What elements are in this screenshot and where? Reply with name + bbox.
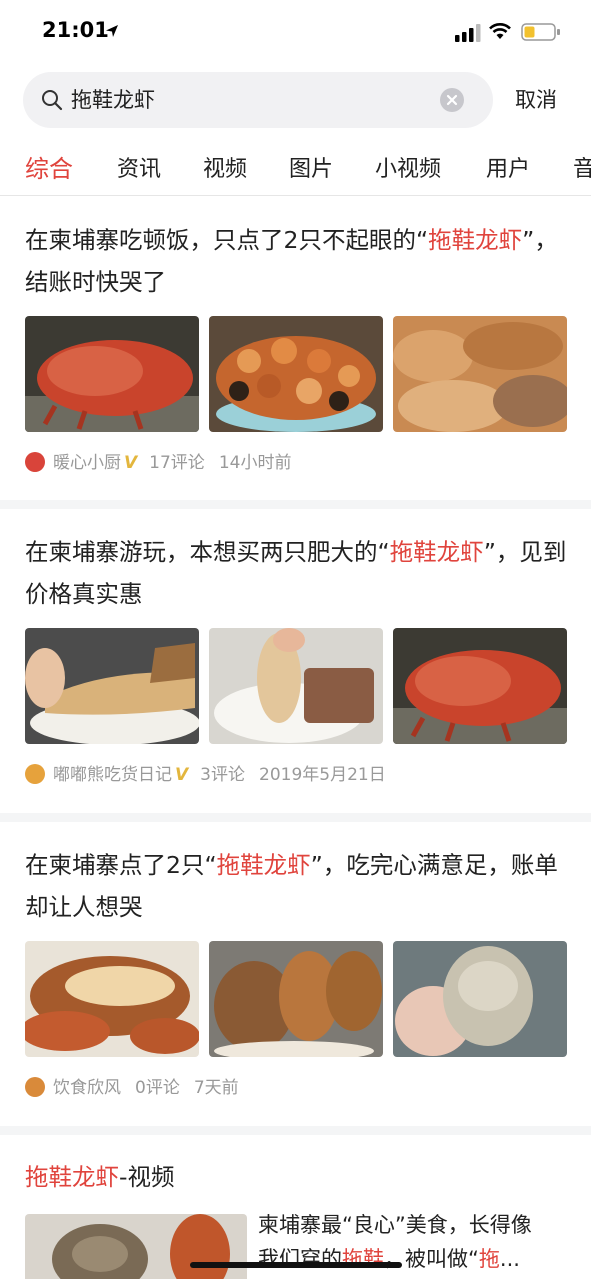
location-arrow-icon	[106, 25, 118, 37]
article-title[interactable]: 在柬埔寨吃顿饭，只点了2只不起眼的“拖鞋龙虾”，结账时快哭了	[25, 219, 570, 303]
publish-time: 7天前	[193, 1078, 239, 1098]
raw-lobster-in-hand-image	[393, 941, 567, 1057]
lobster-meat-on-plate-image	[25, 628, 199, 744]
article-thumbnail[interactable]	[25, 316, 199, 432]
search-icon	[42, 90, 63, 111]
comment-count: 3评论	[200, 765, 245, 785]
author-avatar[interactable]	[25, 1077, 45, 1097]
tab-music[interactable]: 音	[573, 155, 591, 185]
section-divider	[0, 1126, 591, 1135]
cellular-signal-icon	[455, 24, 481, 42]
verified-badge: V	[175, 765, 189, 785]
battery-icon	[521, 23, 560, 41]
comment-count: 17评论	[149, 453, 205, 473]
search-input[interactable]: 拖鞋龙虾	[23, 72, 493, 128]
publish-time: 14小时前	[218, 453, 292, 473]
article-thumbnail[interactable]	[393, 316, 567, 432]
article-thumbnail[interactable]	[25, 628, 199, 744]
article-thumbnail[interactable]	[393, 628, 567, 744]
article-thumbnail[interactable]	[393, 941, 567, 1057]
cooked-crayfish-plate-image	[209, 316, 383, 432]
clear-search-icon[interactable]	[440, 88, 464, 112]
hand-opening-lobster-image	[209, 628, 383, 744]
article-meta: 暖心小厨 V 17评论 14小时前	[25, 451, 291, 475]
home-indicator[interactable]	[190, 1262, 402, 1268]
lobster-video-frame-image	[25, 1214, 247, 1279]
cooked-slipper-lobsters-image	[209, 941, 383, 1057]
article-thumbnail[interactable]	[209, 628, 383, 744]
video-thumbnail[interactable]	[25, 1214, 247, 1279]
article-meta: 饮食欣风 0评论 7天前	[25, 1076, 239, 1100]
tab-short-video[interactable]: 小视频	[375, 155, 441, 185]
wifi-icon	[489, 23, 511, 39]
author-name[interactable]: 嘟嘟熊吃货日记	[53, 765, 172, 785]
raw-slipper-lobsters-pile-image	[393, 316, 567, 432]
red-slipper-lobster-image	[25, 316, 199, 432]
tab-news[interactable]: 资讯	[117, 155, 161, 185]
tab-video[interactable]: 视频	[203, 155, 247, 185]
article-title[interactable]: 在柬埔寨点了2只“拖鞋龙虾”，吃完心满意足，账单却让人想哭	[25, 844, 570, 928]
tab-users[interactable]: 用户	[486, 155, 530, 185]
verified-badge: V	[124, 453, 138, 473]
video-section-heading[interactable]: 拖鞋龙虾-视频	[25, 1160, 174, 1194]
article-thumbnail[interactable]	[25, 941, 199, 1057]
article-meta: 嘟嘟熊吃货日记 V 3评论 2019年5月21日	[25, 763, 386, 787]
section-divider	[0, 500, 591, 509]
author-name[interactable]: 暖心小厨	[53, 453, 121, 473]
author-avatar[interactable]	[25, 764, 45, 784]
red-slipper-lobster-image	[393, 628, 567, 744]
category-tabs: 综合 资讯 视频 图片 小视频 用户 音	[0, 150, 591, 196]
status-bar: 21:01	[0, 0, 591, 64]
author-avatar[interactable]	[25, 452, 45, 472]
article-thumbnail[interactable]	[209, 941, 383, 1057]
search-query[interactable]: 拖鞋龙虾	[71, 86, 155, 114]
grilled-lobster-image	[25, 941, 199, 1057]
status-time: 21:01	[42, 18, 109, 42]
section-divider	[0, 813, 591, 822]
author-name[interactable]: 饮食欣风	[53, 1078, 121, 1098]
article-thumbnail[interactable]	[209, 316, 383, 432]
article-title[interactable]: 在柬埔寨游玩，本想买两只肥大的“拖鞋龙虾”，见到价格真实惠	[25, 531, 570, 615]
tab-images[interactable]: 图片	[289, 155, 333, 185]
tab-comprehensive[interactable]: 综合	[25, 154, 73, 184]
comment-count: 0评论	[135, 1078, 180, 1098]
publish-time: 2019年5月21日	[259, 765, 386, 785]
cancel-button[interactable]: 取消	[515, 86, 557, 114]
